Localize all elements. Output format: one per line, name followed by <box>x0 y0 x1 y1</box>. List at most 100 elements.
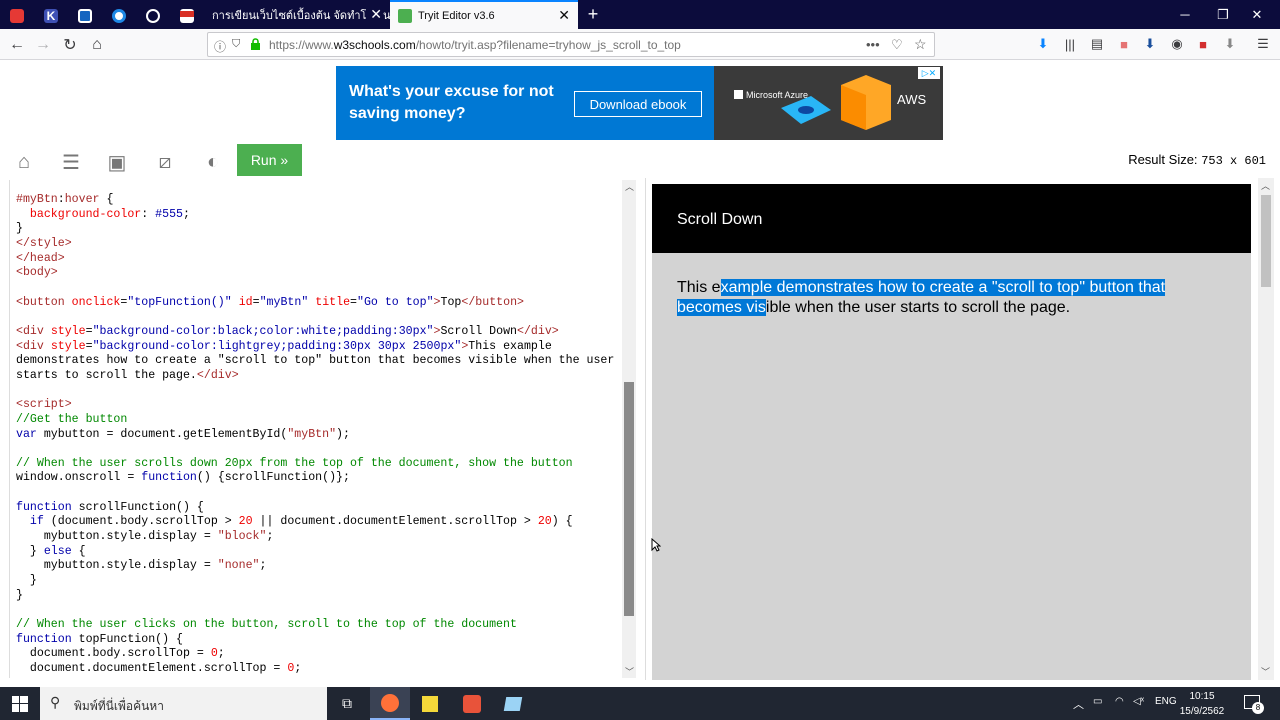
task-view-icon[interactable]: ⧉ <box>327 687 367 720</box>
new-tab-button[interactable]: + <box>580 0 606 29</box>
ad-headline: What's your excuse for not saving money? <box>349 83 554 122</box>
text-before: This e <box>677 279 721 296</box>
flash-icon[interactable]: ■ <box>1195 36 1211 52</box>
app-icon <box>10 9 24 23</box>
taskbar-search-box[interactable]: ⚲ พิมพ์ที่นี่เพื่อค้นหา <box>40 687 327 720</box>
tab-thai-site[interactable]: การเขียนเว็บไซต์เบื้องต้น จัดทำโดย นางส … <box>204 0 390 29</box>
wifi-icon[interactable]: ◠ <box>1115 696 1124 707</box>
ad-banner[interactable]: What's your excuse for not saving money?… <box>336 66 714 140</box>
windows-logo-icon <box>734 90 743 99</box>
tab-tryit-editor[interactable]: Tryit Editor v3.6 ✕ <box>390 0 578 29</box>
download-icon[interactable]: ⬇ <box>1035 36 1051 52</box>
result-size-value: 753 x 601 <box>1201 154 1266 168</box>
scroll-up-arrow-icon[interactable]: ︿ <box>1261 179 1270 192</box>
extension-icon[interactable]: ■ <box>1116 36 1132 52</box>
result-scrollbar[interactable]: ︿ ﹀ <box>1258 178 1274 680</box>
notepad-taskbar-icon[interactable] <box>493 687 533 720</box>
windows-logo-icon <box>12 695 28 712</box>
menu-icon[interactable]: ☰ <box>1255 36 1271 52</box>
home-icon: ⌂ <box>92 36 102 53</box>
url-domain: w3schools.com <box>333 38 416 52</box>
tab-title: การเขียนเว็บไซต์เบื้องต้น จัดทำโดย นางส <box>212 9 390 22</box>
code-scrollbar-thumb[interactable] <box>624 382 634 616</box>
coins-illustration-icon <box>841 75 891 130</box>
browser-tab-strip: K การเขียนเว็บไซต์เบื้องต้น จัดทำโดย นาง… <box>0 0 1280 29</box>
rotate-layout-icon[interactable]: ⧄ <box>153 150 177 174</box>
volume-icon[interactable]: ◁ˣ <box>1133 696 1144 707</box>
pinned-tab-3[interactable] <box>68 3 102 29</box>
back-button[interactable]: ← <box>5 33 29 57</box>
forward-button[interactable]: → <box>31 33 55 57</box>
home-button[interactable]: ⌂ <box>85 33 109 57</box>
result-frame[interactable]: Scroll Down This example demonstrates ho… <box>645 178 1274 680</box>
code-text: #myBtn:hover { background-color: #555; }… <box>16 193 615 675</box>
sticky-notes-taskbar-icon[interactable] <box>410 687 450 720</box>
language-indicator[interactable]: ENG <box>1155 696 1177 707</box>
app-taskbar-icon[interactable] <box>452 687 492 720</box>
pinned-tab-6[interactable] <box>170 3 204 29</box>
more-icon[interactable]: ••• <box>866 37 880 52</box>
url-prefix: https://www. <box>269 38 334 52</box>
firefox-taskbar-icon[interactable] <box>370 687 410 720</box>
reload-button[interactable]: ↻ <box>58 33 82 57</box>
search-icon: ⚲ <box>50 694 61 710</box>
arrow-right-icon: → <box>35 36 51 53</box>
scroll-down-block: Scroll Down <box>652 184 1251 253</box>
url-path: /howto/tryit.asp?filename=tryhow_js_scro… <box>415 38 681 52</box>
clock[interactable]: 10:15 15/9/2562 <box>1177 689 1227 719</box>
arrow-left-icon: ← <box>9 36 25 53</box>
date: 15/9/2562 <box>1179 706 1225 717</box>
close-icon[interactable]: ✕ <box>366 6 382 23</box>
close-icon[interactable]: ✕ <box>558 7 570 24</box>
pinned-tab-1[interactable] <box>0 3 34 29</box>
reload-icon: ↻ <box>63 37 77 54</box>
url-text: https://www.w3schools.com/howto/tryit.as… <box>269 38 681 52</box>
navigation-toolbar: ← → ↻ ⌂ ⓘ ⛉ https://www.w3schools.com/ho… <box>0 29 1280 60</box>
address-bar[interactable]: ⓘ ⛉ https://www.w3schools.com/howto/tryi… <box>207 32 935 57</box>
theme-toggle-icon[interactable]: ◐ <box>201 150 225 174</box>
result-scrollbar-thumb[interactable] <box>1261 195 1271 287</box>
chevron-up-icon[interactable]: ︿ <box>1073 696 1084 712</box>
pinned-tab-5[interactable] <box>136 3 170 29</box>
code-editor[interactable]: #myBtn:hover { background-color: #555; }… <box>9 180 622 678</box>
save-icon[interactable]: ⬇ <box>1222 36 1238 52</box>
lock-icon <box>250 38 261 50</box>
shield-icon[interactable]: ⛉ <box>232 38 240 51</box>
info-icon[interactable]: ⓘ <box>214 38 226 55</box>
download-ebook-button[interactable]: Download ebook <box>574 91 702 117</box>
scroll-up-arrow-icon[interactable]: ︿ <box>625 180 634 193</box>
bookmark-star-icon[interactable]: ☆ <box>914 36 927 53</box>
globe-icon <box>146 9 160 23</box>
pinned-tab-4[interactable] <box>102 3 136 29</box>
search-placeholder: พิมพ์ที่นี่เพื่อค้นหา <box>74 699 164 713</box>
pinned-tab-2[interactable]: K <box>34 3 68 29</box>
notification-count-badge: 8 <box>1252 702 1264 714</box>
sidebar-icon[interactable]: ▤ <box>1089 36 1105 52</box>
scroll-down-arrow-icon[interactable]: ﹀ <box>625 665 634 678</box>
home-icon[interactable]: ⌂ <box>12 150 36 174</box>
battery-icon[interactable]: ▭ <box>1093 696 1102 707</box>
run-button[interactable]: Run » <box>237 144 302 176</box>
windows-taskbar: ⚲ พิมพ์ที่นี่เพื่อค้นหา ⧉ ︿ ▭ ◠ ◁ˣ ENG 1… <box>0 687 1280 720</box>
scroll-down-arrow-icon[interactable]: ﹀ <box>1261 665 1270 678</box>
result-size-label: Result Size: <box>1128 152 1198 167</box>
account-icon[interactable]: ◉ <box>1169 36 1185 52</box>
library-icon[interactable]: ||| <box>1062 36 1078 52</box>
save-icon[interactable]: ▣ <box>105 150 129 174</box>
time: 10:15 <box>1189 691 1215 702</box>
ad-close-icon[interactable]: ▷✕ <box>918 67 940 79</box>
result-size: Result Size: 753 x 601 <box>1128 152 1266 168</box>
ad-image[interactable]: Microsoft Azure AWS ▷✕ <box>714 66 943 140</box>
text-after: ible when the user starts to scroll the … <box>765 298 1071 316</box>
app-icon <box>78 9 92 23</box>
start-button[interactable] <box>0 687 40 720</box>
k-icon: K <box>44 9 58 23</box>
download-helper-icon[interactable]: ⬇ <box>1142 36 1158 52</box>
code-scrollbar[interactable]: ︿ ﹀ <box>622 180 636 678</box>
tab-title: Tryit Editor v3.6 <box>418 9 495 22</box>
example-description: This example demonstrates how to create … <box>652 253 1251 680</box>
close-window-button[interactable]: ✕ <box>1234 0 1280 29</box>
pocket-icon[interactable]: ♡ <box>891 37 903 53</box>
menu-icon[interactable]: ☰ <box>59 150 83 174</box>
gmail-icon <box>180 9 194 23</box>
